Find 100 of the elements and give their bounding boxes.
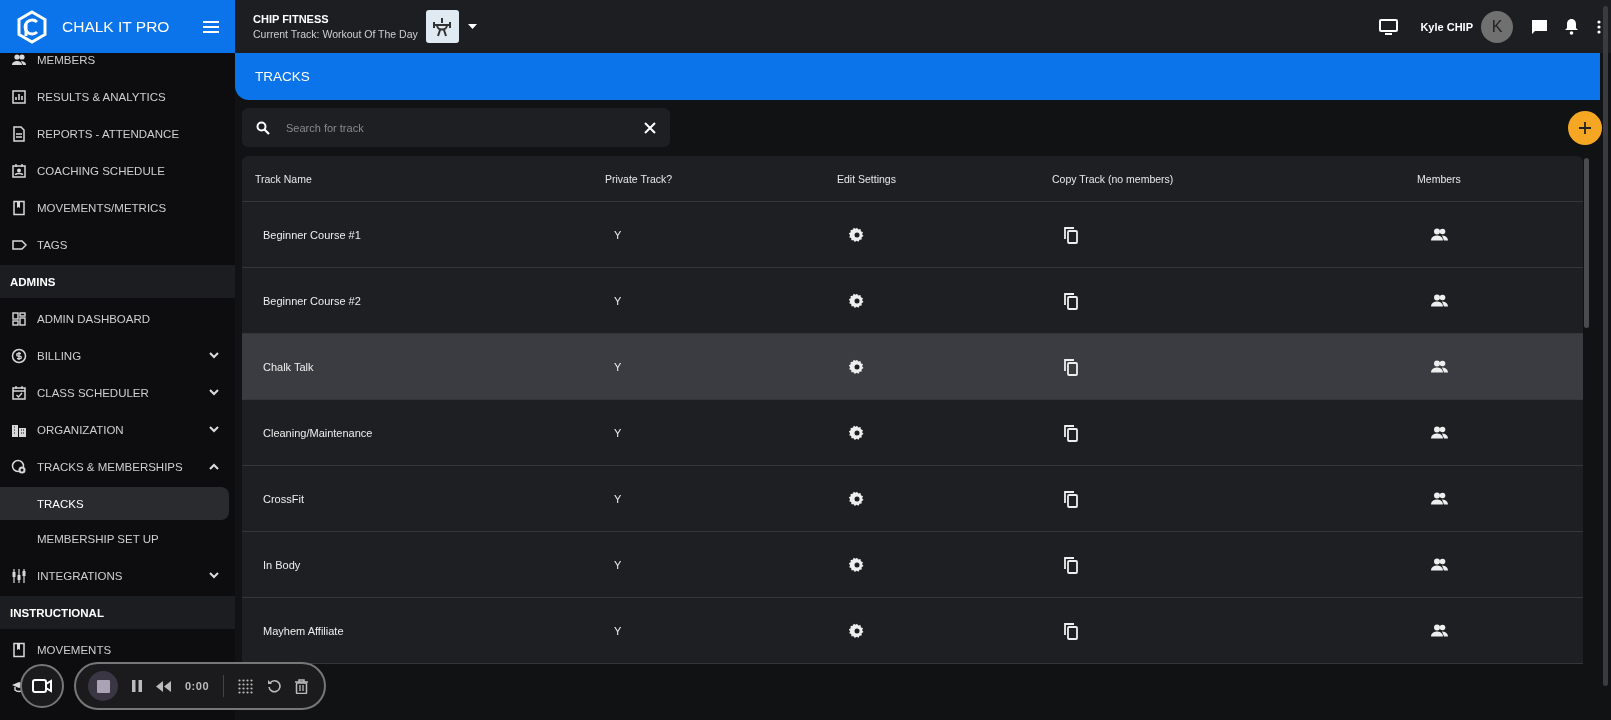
document-icon: [11, 125, 27, 142]
more-options-icon[interactable]: [1597, 19, 1601, 34]
monitor-icon[interactable]: [1379, 18, 1399, 35]
dumbbell-icon: [431, 16, 454, 37]
sidebar-item[interactable]: REPORTS - ATTENDANCE: [37, 127, 219, 140]
menu-icon[interactable]: [203, 20, 219, 33]
settings-icon[interactable]: [849, 490, 865, 507]
private-value: Y: [613, 294, 623, 307]
chevron-down-icon[interactable]: [209, 572, 219, 579]
nav-section-header: ADMINS: [0, 265, 235, 298]
stop-icon: [96, 679, 110, 693]
column-header: Members: [1416, 172, 1462, 185]
search-field[interactable]: Search for track: [284, 120, 630, 135]
recording-time: 0:00: [185, 680, 210, 692]
close-icon[interactable]: [644, 121, 656, 134]
grid-dots-icon[interactable]: [238, 678, 254, 694]
settings-icon[interactable]: [849, 622, 865, 639]
column-header: Copy Track (no members): [1051, 172, 1175, 185]
reset-icon[interactable]: [267, 679, 282, 693]
track-name: CrossFit: [262, 492, 305, 505]
members-icon[interactable]: [1430, 360, 1448, 373]
private-value: Y: [613, 558, 623, 571]
track-name: Beginner Course #2: [262, 294, 362, 307]
bookmark-icon: [11, 199, 27, 216]
sidebar-item[interactable]: COACHING SCHEDULE: [37, 164, 219, 177]
copy-icon[interactable]: [1063, 357, 1079, 376]
copy-icon[interactable]: [1063, 555, 1079, 574]
sidebar-item[interactable]: ADMIN DASHBOARD: [37, 312, 219, 325]
private-value: Y: [613, 492, 623, 505]
table-row[interactable]: Cleaning/Maintenance Y: [242, 400, 1583, 466]
sidebar-item[interactable]: TAGS: [37, 238, 219, 251]
notifications-icon[interactable]: [1564, 18, 1579, 35]
chevron-up-icon[interactable]: [209, 463, 219, 470]
track-name: Chalk Talk: [262, 360, 315, 373]
chevron-down-icon[interactable]: [209, 352, 219, 359]
sidebar-item[interactable]: RESULTS & ANALYTICS: [37, 90, 219, 103]
sidebar-item[interactable]: CLASS SCHEDULER: [37, 386, 199, 399]
sidebar-item[interactable]: MOVEMENTS: [37, 643, 219, 656]
copy-icon[interactable]: [1063, 489, 1079, 508]
table-row[interactable]: Chalk Talk Y: [242, 334, 1583, 400]
table-row[interactable]: Beginner Course #1 Y: [242, 202, 1583, 268]
track-name: Cleaning/Maintenance: [262, 426, 374, 439]
copy-icon[interactable]: [1063, 225, 1079, 244]
sidebar-item[interactable]: MOVEMENTS/METRICS: [37, 201, 219, 214]
sidebar-item[interactable]: BILLING: [37, 349, 199, 362]
members-icon[interactable]: [1430, 492, 1448, 505]
members-icon[interactable]: [1430, 558, 1448, 571]
sidebar-subitem[interactable]: TRACKS: [0, 487, 229, 520]
calendar-person-icon: [11, 162, 27, 179]
scrollbar[interactable]: [1584, 158, 1589, 328]
copy-icon[interactable]: [1063, 621, 1079, 640]
members-icon[interactable]: [1430, 426, 1448, 439]
sidebar-item[interactable]: TRACKS & MEMBERSHIPS: [37, 460, 199, 473]
members-icon[interactable]: [1430, 624, 1448, 637]
column-header: Private Track?: [604, 172, 674, 185]
private-value: Y: [613, 228, 623, 241]
table-row[interactable]: In Body Y: [242, 532, 1583, 598]
settings-icon[interactable]: [849, 424, 865, 441]
chevron-down-icon[interactable]: [209, 389, 219, 396]
pause-icon[interactable]: [132, 680, 142, 692]
page-scrollbar[interactable]: [1603, 6, 1608, 686]
track-name: In Body: [262, 558, 302, 571]
sidebar-item[interactable]: ORGANIZATION: [37, 423, 199, 436]
bookmark-icon: [11, 641, 27, 658]
add-button[interactable]: [1568, 110, 1602, 145]
settings-icon[interactable]: [849, 556, 865, 573]
gym-logo-button[interactable]: [425, 10, 459, 43]
chevron-down-icon[interactable]: [209, 426, 219, 433]
private-value: Y: [613, 426, 623, 439]
sidebar-subitem[interactable]: MEMBERSHIP SET UP: [0, 522, 229, 555]
copy-icon[interactable]: [1063, 291, 1079, 310]
organization-name: CHIP FITNESS: [253, 13, 330, 25]
members-icon: [11, 53, 27, 68]
sidebar-item[interactable]: INTEGRATIONS: [37, 569, 199, 582]
stop-button[interactable]: [88, 671, 118, 701]
bar-chart-icon: [11, 88, 27, 105]
track-name: Mayhem Affiliate: [262, 624, 345, 637]
members-icon[interactable]: [1430, 294, 1448, 307]
trash-icon[interactable]: [295, 678, 309, 694]
members-icon[interactable]: [1430, 228, 1448, 241]
column-header: Track Name: [254, 172, 313, 185]
private-value: Y: [613, 360, 623, 373]
table-row[interactable]: CrossFit Y: [242, 466, 1583, 532]
caret-icon[interactable]: [467, 24, 477, 29]
badge-icon: [11, 458, 27, 475]
copy-icon[interactable]: [1063, 423, 1079, 442]
search-icon: [256, 120, 270, 135]
sliders-icon: [11, 567, 27, 584]
video-camera-icon: [32, 679, 52, 693]
current-track: Current Track: Workout Of The Day: [253, 28, 418, 40]
chat-icon[interactable]: [1531, 18, 1548, 35]
rewind-icon[interactable]: [156, 680, 171, 692]
dashboard-icon: [11, 310, 27, 327]
track-name: Beginner Course #1: [262, 228, 362, 241]
dollar-icon: [11, 347, 27, 364]
settings-icon[interactable]: [849, 226, 865, 243]
settings-icon[interactable]: [849, 358, 865, 375]
sidebar-item[interactable]: MEMBERS: [37, 53, 219, 66]
settings-icon[interactable]: [849, 292, 865, 309]
search-bar[interactable]: Search for track: [242, 108, 670, 147]
